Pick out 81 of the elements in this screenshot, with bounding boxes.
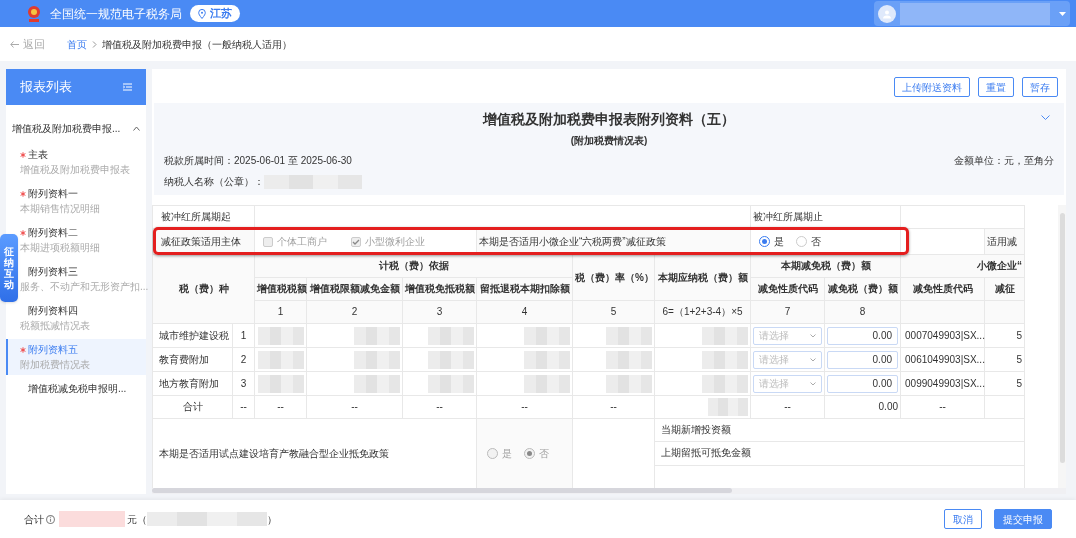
field-label: 当期新增投资额 xyxy=(661,424,731,436)
table-cell: 5 xyxy=(1016,377,1023,389)
column-number: 7 xyxy=(784,306,791,317)
row-label: 教育费附加 xyxy=(159,353,209,365)
column-header: 增值税免抵税额 xyxy=(405,283,475,294)
row-number: 2 xyxy=(240,353,247,365)
row-number: 3 xyxy=(240,377,247,389)
column-header: 减征 xyxy=(994,283,1015,294)
form-title: 增值税及附加税费申报表附列资料（五） xyxy=(483,110,735,129)
item-title: 附列资料三 xyxy=(28,265,78,279)
radio-label: 是 xyxy=(502,448,512,459)
total-label: 合计 xyxy=(24,512,44,527)
column-header: 税（费）率（%） xyxy=(575,271,654,283)
column-number: 8 xyxy=(859,306,866,317)
row-label: 地方教育附加 xyxy=(159,377,219,389)
tax-period: 税款所属时间：2025-06-01 至 2025-06-30 xyxy=(164,154,352,168)
column-header: 增值税限额减免金额 xyxy=(309,283,400,294)
field-label: 被冲红所属期止 xyxy=(753,211,824,222)
column-header: 计税（费）依据 xyxy=(378,260,449,271)
item-subtitle: 本期进项税额明细 xyxy=(20,241,101,255)
column-number: 3 xyxy=(436,306,443,317)
unit-text: ） xyxy=(267,512,277,527)
table-cell: 0007049903|SX... xyxy=(905,329,985,341)
item-subtitle: 附加税费情况表 xyxy=(20,358,91,372)
item-subtitle: 税额抵减情况表 xyxy=(20,319,91,333)
field-label: 适用减 xyxy=(987,235,1018,247)
radio-label: 否 xyxy=(811,236,822,247)
field-label: 减征政策适用主体 xyxy=(161,235,241,247)
form-subtitle: (附加税费情况表) xyxy=(570,134,648,148)
sidebar-title: 报表列表 xyxy=(20,78,72,97)
column-header: 本期减免税（费）额 xyxy=(780,260,871,271)
item-title: 附列资料一 xyxy=(28,187,78,201)
column-header: 本期应纳税（费）额 xyxy=(657,271,748,283)
radio-label: 否 xyxy=(539,448,549,459)
table-cell: -- xyxy=(610,401,617,412)
item-title: 附列资料二 xyxy=(28,226,78,240)
table-cell: 5 xyxy=(1016,353,1023,365)
item-subtitle: 本期销售情况明细 xyxy=(20,202,101,216)
column-header: 减免税（费）额 xyxy=(827,283,898,294)
table-cell: 0099049903|SX... xyxy=(905,377,985,389)
taxpayer-label: 纳税人名称（公章）： xyxy=(164,175,264,189)
column-header: 税（费）种 xyxy=(178,283,229,294)
item-title: 附列资料四 xyxy=(28,304,78,318)
item-title: 主表 xyxy=(28,148,48,162)
field-label: 本期是否适用试点建设培育产教融合型企业抵免政策 xyxy=(159,447,389,459)
table-cell: -- xyxy=(436,401,443,412)
radio-label: 是 xyxy=(774,236,785,247)
checkbox-label: 个体工商户 xyxy=(277,236,327,247)
column-number: 4 xyxy=(521,306,528,317)
column-header: 小微企业“ xyxy=(977,260,1023,271)
column-number: 5 xyxy=(610,306,617,317)
table-cell: -- xyxy=(939,401,946,412)
row-label: 合计 xyxy=(182,401,203,412)
field-label: 上期留抵可抵免金额 xyxy=(661,447,751,459)
field-label: 本期是否适用小微企业“六税两费”减征政策 xyxy=(479,235,666,247)
row-label: 城市维护建设税 xyxy=(159,329,229,341)
table-cell: -- xyxy=(277,401,284,412)
row-number: 1 xyxy=(240,329,247,341)
table-cell: 0061049903|SX... xyxy=(905,353,985,365)
item-title: 增值税减免税申报明... xyxy=(28,382,127,396)
table-cell: -- xyxy=(784,401,791,412)
item-subtitle: 增值税及附加税费申报表 xyxy=(20,163,131,177)
column-header: 留抵退税本期扣除额 xyxy=(479,283,570,294)
checkbox-label: 小型微利企业 xyxy=(365,236,425,247)
column-header: 增值税税额 xyxy=(257,283,307,294)
table-cell: 0.00 xyxy=(878,401,899,412)
amount-unit: 金额单位：元，至角分 xyxy=(954,154,1054,168)
site-title: 全国统一规范电子税务局 xyxy=(50,5,182,23)
column-number: 2 xyxy=(351,306,358,317)
table-cell: -- xyxy=(351,401,358,412)
field-label: 被冲红所属期起 xyxy=(161,211,231,222)
item-title: 附列资料五 xyxy=(28,343,78,357)
breadcrumb-item: 增值税及附加税费申报（一般纳税人适用） xyxy=(102,37,292,52)
column-header: 减免性质代码 xyxy=(757,283,818,294)
table-cell: -- xyxy=(521,401,528,412)
column-number: 6=（1+2+3-4）×5 xyxy=(662,306,743,317)
column-header: 减免性质代码 xyxy=(912,283,973,294)
table-cell: -- xyxy=(240,401,247,412)
column-number: 1 xyxy=(277,306,284,317)
table-cell: 5 xyxy=(1016,329,1023,341)
unit-text: 元（ xyxy=(127,512,147,527)
